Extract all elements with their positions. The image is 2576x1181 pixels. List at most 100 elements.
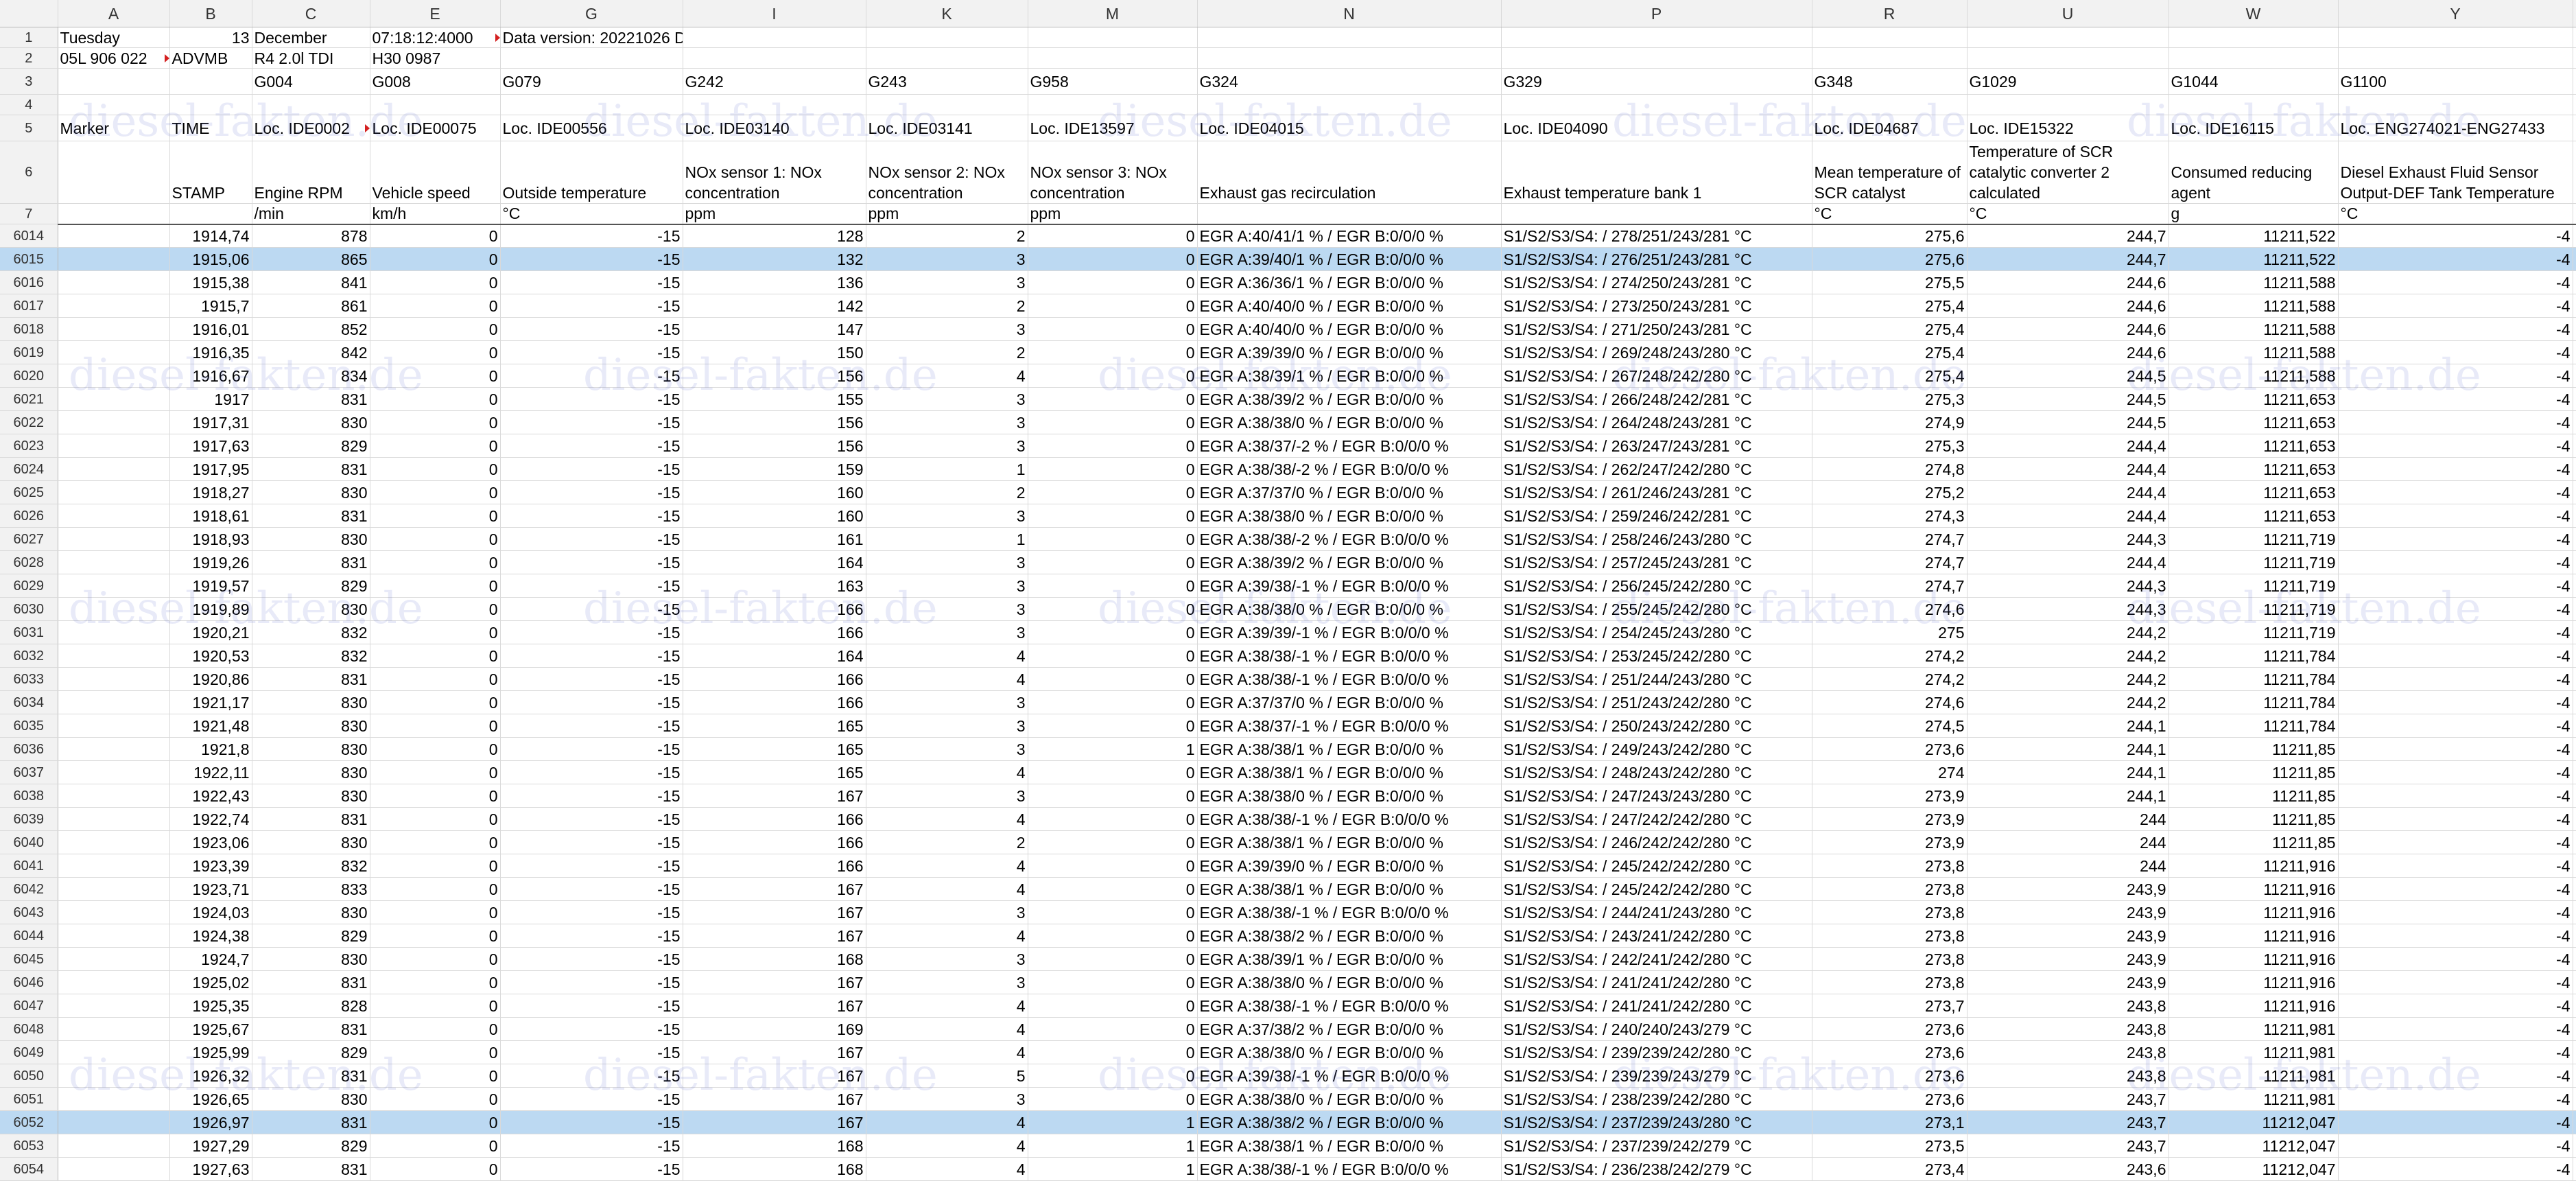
- cell[interactable]: 168: [683, 1134, 866, 1158]
- cell[interactable]: [2573, 457, 2576, 481]
- cell[interactable]: 1922,11: [169, 760, 252, 784]
- cell[interactable]: -4: [2338, 854, 2573, 878]
- cell[interactable]: 274,7: [1812, 574, 1968, 598]
- spreadsheet-grid[interactable]: ABCEGIKMNPRUWYF0 1Tuesday13December07:18…: [0, 0, 2576, 1181]
- cell[interactable]: S1/S2/S3/S4: / 274/250/243/281 °C: [1501, 270, 1812, 294]
- cell[interactable]: 0: [1028, 947, 1198, 971]
- cell[interactable]: 11211,588: [2169, 340, 2339, 364]
- cell[interactable]: 2: [866, 830, 1028, 854]
- cell[interactable]: 167: [683, 994, 866, 1018]
- cell[interactable]: EGR A:38/38/0 % / EGR B:0/0/0 %: [1197, 970, 1502, 994]
- cell[interactable]: 0: [1028, 807, 1198, 831]
- table-row[interactable]: 6043 1924,03 830 0 -15 167 3 0 EGR A:38/38/-1 % …: [0, 900, 2576, 924]
- cell[interactable]: 273,4: [1812, 1157, 1968, 1181]
- cell[interactable]: S1/S2/S3/S4: / 276/251/243/281 °C: [1501, 247, 1812, 271]
- cell[interactable]: 275,4: [1812, 340, 1968, 364]
- cell[interactable]: EGR A:38/38/0 % / EGR B:0/0/0 %: [1197, 1040, 1502, 1064]
- cell[interactable]: 0: [370, 714, 501, 738]
- cell[interactable]: -4: [2338, 480, 2573, 504]
- cell[interactable]: °C: [1812, 203, 1968, 225]
- select-all-corner[interactable]: [0, 0, 58, 27]
- cell[interactable]: EGR A:38/38/0 % / EGR B:0/0/0 %: [1197, 1087, 1502, 1111]
- cell[interactable]: 11211,653: [2169, 410, 2339, 434]
- cell[interactable]: 11211,85: [2169, 760, 2339, 784]
- cell[interactable]: 3: [866, 270, 1028, 294]
- row-header[interactable]: 6027: [0, 527, 58, 551]
- row-header[interactable]: 6039: [0, 807, 58, 831]
- cell[interactable]: 1: [1028, 1134, 1198, 1158]
- cell[interactable]: [2573, 1064, 2576, 1088]
- table-row[interactable]: 6052 1926,97 831 0 -15 167 4 1 EGR A:38/38/2 % /…: [0, 1110, 2576, 1134]
- cell[interactable]: 244,1: [1967, 760, 2169, 784]
- cell[interactable]: 273,8: [1812, 924, 1968, 948]
- cell[interactable]: 0: [1028, 714, 1198, 738]
- row-header[interactable]: 6026: [0, 504, 58, 528]
- cell[interactable]: -15: [500, 294, 683, 318]
- cell[interactable]: 0: [1028, 970, 1198, 994]
- cell[interactable]: 11211,784: [2169, 714, 2339, 738]
- cell[interactable]: G1044: [2169, 68, 2339, 95]
- cell[interactable]: 4: [866, 924, 1028, 948]
- cell[interactable]: Loc. IDE04090: [1501, 115, 1812, 141]
- row-header[interactable]: 6049: [0, 1040, 58, 1064]
- cell[interactable]: EGR A:38/39/2 % / EGR B:0/0/0 %: [1197, 387, 1502, 411]
- cell[interactable]: Consumed reducing agent: [2169, 141, 2339, 204]
- cell[interactable]: Loc. IDE04015: [1197, 115, 1502, 141]
- cell[interactable]: 1918,27: [169, 480, 252, 504]
- cell[interactable]: [58, 247, 170, 271]
- cell[interactable]: [58, 1110, 170, 1134]
- row-header[interactable]: 6047: [0, 994, 58, 1018]
- cell[interactable]: 244,1: [1967, 784, 2169, 808]
- cell[interactable]: -4: [2338, 457, 2573, 481]
- column-header-c[interactable]: C: [252, 0, 370, 27]
- cell[interactable]: [58, 504, 170, 528]
- cell[interactable]: S1/S2/S3/S4: / 269/248/243/280 °C: [1501, 340, 1812, 364]
- cell[interactable]: [58, 1134, 170, 1158]
- cell[interactable]: 243,7: [1967, 1087, 2169, 1111]
- row-header[interactable]: 6030: [0, 597, 58, 621]
- cell[interactable]: 244,4: [1967, 434, 2169, 458]
- cell[interactable]: EGR A:38/39/1 % / EGR B:0/0/0 %: [1197, 364, 1502, 388]
- cell[interactable]: 11212,047: [2169, 1110, 2339, 1134]
- row-header[interactable]: 6024: [0, 457, 58, 481]
- row-header[interactable]: 6033: [0, 667, 58, 691]
- cell[interactable]: 0: [370, 294, 501, 318]
- cell[interactable]: 0: [370, 1110, 501, 1134]
- cell[interactable]: 244,1: [1967, 737, 2169, 761]
- column-header-a[interactable]: A: [58, 0, 170, 27]
- cell[interactable]: 11211,981: [2169, 1064, 2339, 1088]
- cell[interactable]: 274,2: [1812, 644, 1968, 668]
- cell[interactable]: 167: [683, 924, 866, 948]
- cell[interactable]: 0: [370, 224, 501, 248]
- cell[interactable]: 156: [683, 364, 866, 388]
- cell[interactable]: EGR A:38/38/-1 % / EGR B:0/0/0 %: [1197, 900, 1502, 924]
- cell[interactable]: [370, 94, 501, 115]
- cell[interactable]: Loc. ENG274021-ENG27433: [2338, 115, 2573, 141]
- cell[interactable]: 0: [1028, 457, 1198, 481]
- table-row[interactable]: 6023 1917,63 829 0 -15 156 3 0 EGR A:38/37/-2 % …: [0, 434, 2576, 458]
- cell[interactable]: 243,9: [1967, 900, 2169, 924]
- cell[interactable]: 878: [252, 224, 370, 248]
- cell[interactable]: 275,4: [1812, 317, 1968, 341]
- cell[interactable]: S1/S2/S3/S4: / 266/248/242/281 °C: [1501, 387, 1812, 411]
- cell[interactable]: 1923,06: [169, 830, 252, 854]
- cell[interactable]: -4: [2338, 527, 2573, 551]
- row-header[interactable]: 6031: [0, 620, 58, 644]
- column-header-r[interactable]: R: [1812, 0, 1968, 27]
- table-row[interactable]: 6025 1918,27 830 0 -15 160 2 0 EGR A:37/37/0 % /…: [0, 480, 2576, 504]
- cell[interactable]: 0: [370, 550, 501, 574]
- cell[interactable]: -4: [2338, 387, 2573, 411]
- row-header[interactable]: 6022: [0, 410, 58, 434]
- cell[interactable]: -15: [500, 1134, 683, 1158]
- cell[interactable]: -15: [500, 1087, 683, 1111]
- cell[interactable]: [683, 27, 866, 48]
- cell[interactable]: -4: [2338, 830, 2573, 854]
- cell[interactable]: [2573, 970, 2576, 994]
- cell[interactable]: 160: [683, 480, 866, 504]
- cell[interactable]: 243,9: [1967, 947, 2169, 971]
- cell[interactable]: 831: [252, 1017, 370, 1041]
- cell[interactable]: [2573, 994, 2576, 1018]
- row-header[interactable]: 6035: [0, 714, 58, 738]
- cell[interactable]: 163: [683, 574, 866, 598]
- cell[interactable]: 3: [866, 434, 1028, 458]
